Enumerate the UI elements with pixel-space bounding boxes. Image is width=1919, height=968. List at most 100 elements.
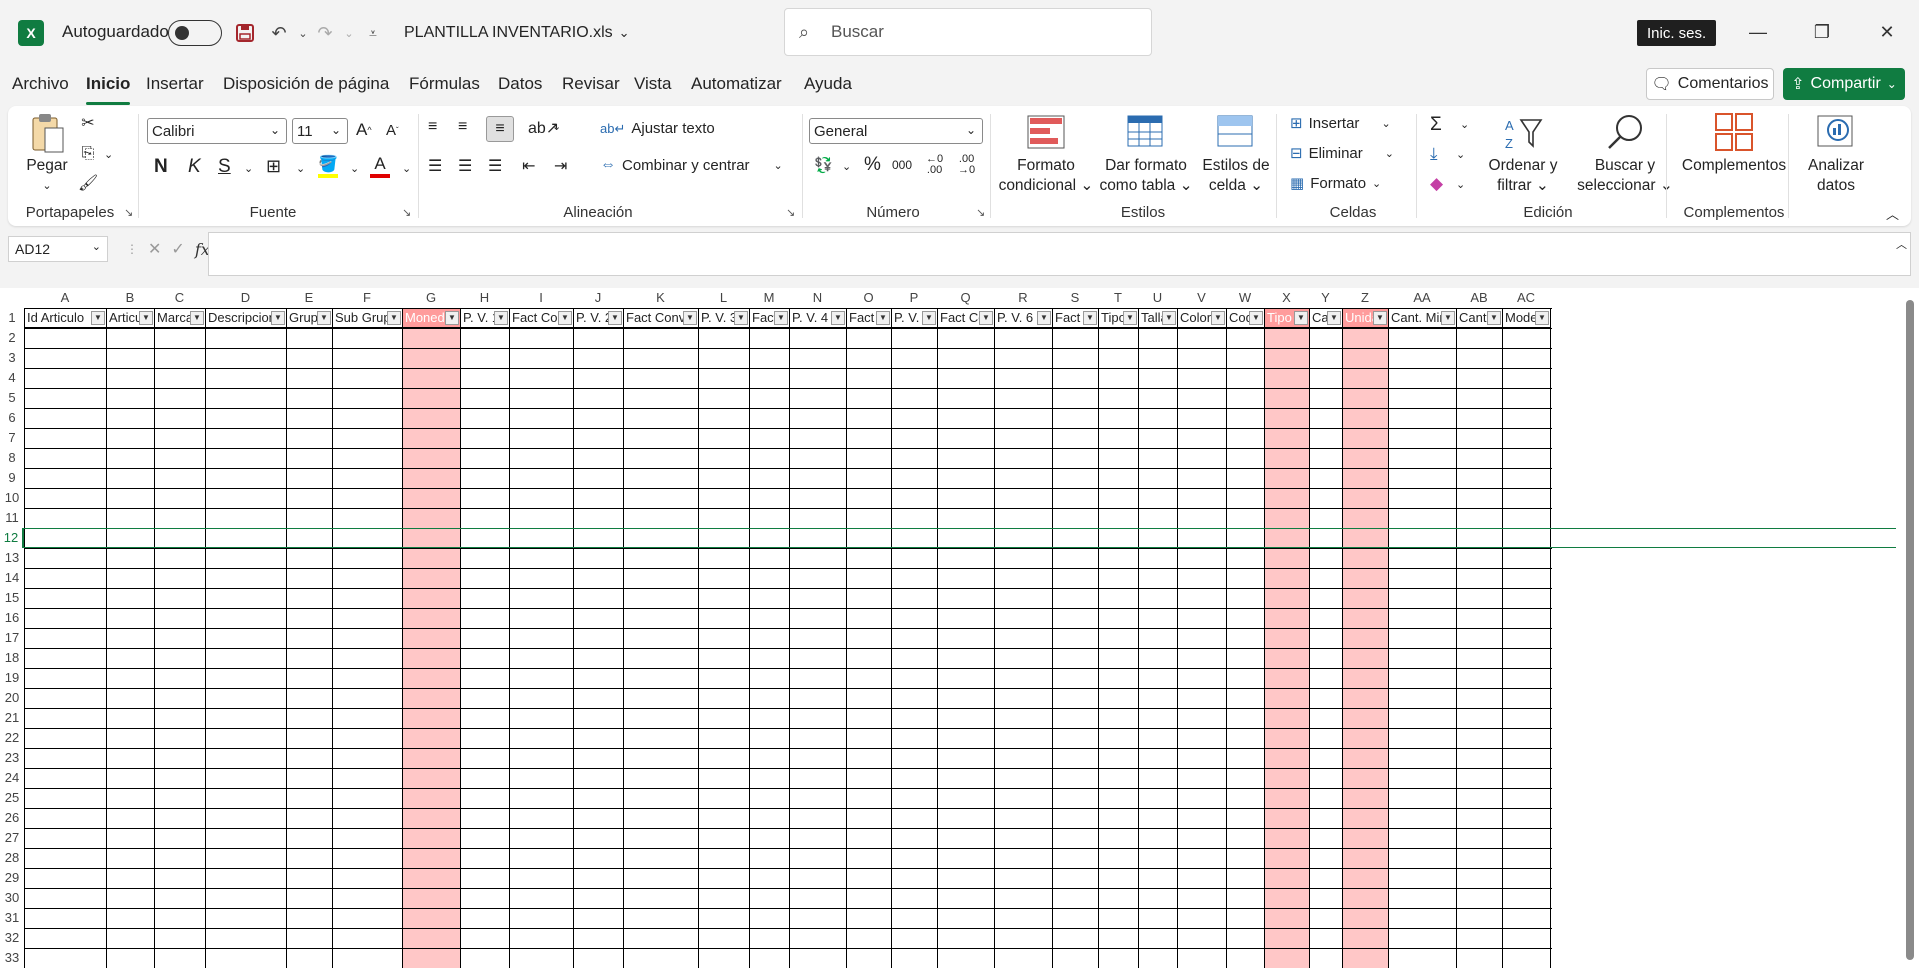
column-header-j[interactable]: J — [573, 288, 623, 308]
clear-icon[interactable]: ◆ — [1430, 174, 1443, 194]
vertical-scrollbar[interactable] — [1903, 288, 1915, 968]
collapse-ribbon-icon[interactable]: ︿ — [1886, 204, 1899, 223]
column-header-z[interactable]: Z — [1342, 288, 1388, 308]
tab-insertar[interactable]: Insertar — [146, 74, 204, 100]
filter-dropdown-icon[interactable]: ▼ — [494, 311, 508, 325]
column-header-u[interactable]: U — [1138, 288, 1177, 308]
header-cell-c[interactable]: Marca ▼ — [154, 308, 206, 328]
filter-dropdown-icon[interactable]: ▼ — [1294, 311, 1308, 325]
tab-inicio[interactable]: Inicio — [86, 74, 131, 105]
name-box[interactable]: AD12 ⌄ — [8, 236, 108, 262]
addins-button[interactable]: Complementos — [1672, 112, 1796, 176]
more-icon[interactable]: ⋮ — [126, 242, 138, 256]
align-bottom-icon[interactable]: ≡ — [486, 116, 514, 142]
column-header-aa[interactable]: AA — [1388, 288, 1456, 308]
header-cell-k[interactable]: Fact Conv2▼ — [623, 308, 699, 328]
close-icon[interactable]: ✕ — [1867, 14, 1907, 50]
header-cell-v[interactable]: Colore▼ — [1177, 308, 1227, 328]
filter-dropdown-icon[interactable]: ▼ — [774, 311, 788, 325]
column-header-g[interactable]: G — [402, 288, 460, 308]
tab-revisar[interactable]: Revisar — [562, 74, 620, 100]
row-header-26[interactable]: 26 — [0, 808, 24, 828]
row-header-15[interactable]: 15 — [0, 588, 24, 608]
dialog-launcher-icon[interactable]: ↘ — [124, 206, 133, 219]
header-cell-f[interactable]: Sub Grupo▼ — [332, 308, 403, 328]
header-cell-q[interactable]: Fact Con▼ — [937, 308, 995, 328]
dialog-launcher-icon[interactable]: ↘ — [976, 206, 985, 219]
row-header-27[interactable]: 27 — [0, 828, 24, 848]
header-cell-p[interactable]: P. V. 5▼ — [891, 308, 938, 328]
row-header-24[interactable]: 24 — [0, 768, 24, 788]
decrease-decimal-icon[interactable]: .00 →0 — [958, 154, 975, 176]
align-middle-icon[interactable]: ≡ — [458, 118, 467, 136]
scrollbar-thumb[interactable] — [1906, 300, 1914, 960]
filter-dropdown-icon[interactable]: ▼ — [1487, 311, 1501, 325]
borders-icon[interactable]: ⊞ — [266, 156, 281, 177]
row-header-21[interactable]: 21 — [0, 708, 24, 728]
thousands-button[interactable]: 000 — [892, 158, 912, 172]
wrap-text-button[interactable]: ab↵ Ajustar texto — [600, 120, 715, 137]
increase-font-icon[interactable]: A ^ — [356, 120, 372, 140]
header-cell-a[interactable]: Id Articulo ▼ — [24, 308, 107, 328]
fill-color-icon[interactable]: 🪣 — [318, 154, 338, 178]
redo-icon[interactable]: ↷ — [312, 20, 338, 46]
header-cell-j[interactable]: P. V. 2▼ — [573, 308, 624, 328]
tab-archivo[interactable]: Archivo — [12, 74, 69, 100]
chevron-down-icon[interactable]: ⌄ — [1456, 178, 1465, 191]
font-name-select[interactable]: Calibri ⌄ — [147, 118, 287, 144]
header-cell-s[interactable]: Fact C▼ — [1052, 308, 1099, 328]
column-header-q[interactable]: Q — [937, 288, 994, 308]
row-header-14[interactable]: 14 — [0, 568, 24, 588]
header-cell-b[interactable]: Articul▼ — [106, 308, 155, 328]
cell-styles-button[interactable]: Estilos de celda ⌄ — [1198, 112, 1274, 196]
filter-dropdown-icon[interactable]: ▼ — [558, 311, 572, 325]
row-header-23[interactable]: 23 — [0, 748, 24, 768]
autosave-toggle[interactable] — [168, 20, 222, 46]
row-header-19[interactable]: 19 — [0, 668, 24, 688]
row-header-33[interactable]: 33 — [0, 948, 24, 968]
column-header-r[interactable]: R — [994, 288, 1052, 308]
column-header-f[interactable]: F — [332, 288, 402, 308]
column-header-v[interactable]: V — [1177, 288, 1226, 308]
filter-dropdown-icon[interactable]: ▼ — [608, 311, 622, 325]
header-cell-e[interactable]: Grupo▼ — [286, 308, 333, 328]
row-header-1[interactable]: 1 — [0, 308, 24, 328]
font-size-select[interactable]: 11 ⌄ — [292, 118, 348, 144]
column-header-n[interactable]: N — [789, 288, 846, 308]
dialog-launcher-icon[interactable]: ↘ — [402, 206, 411, 219]
row-header-13[interactable]: 13 — [0, 548, 24, 568]
chevron-down-icon[interactable]: ⌄ — [1460, 118, 1469, 131]
filter-dropdown-icon[interactable]: ▼ — [922, 311, 936, 325]
dialog-launcher-icon[interactable]: ↘ — [786, 206, 795, 219]
chevron-down-icon[interactable]: ⌄ — [1456, 148, 1465, 161]
align-left-icon[interactable]: ☰ — [428, 156, 442, 176]
column-header-w[interactable]: W — [1226, 288, 1264, 308]
chevron-down-icon[interactable]: ⌄ — [296, 162, 305, 175]
decrease-indent-icon[interactable]: ⇤ — [522, 156, 535, 176]
paste-button[interactable]: Pegar ⌄ — [22, 112, 72, 196]
column-header-k[interactable]: K — [623, 288, 698, 308]
row-header-5[interactable]: 5 — [0, 388, 24, 408]
share-button[interactable]: ⇪ Compartir ⌄ — [1783, 68, 1905, 100]
row-header-25[interactable]: 25 — [0, 788, 24, 808]
row-header-11[interactable]: 11 — [0, 508, 24, 528]
increase-decimal-icon[interactable]: ←0.00 — [926, 154, 943, 176]
increase-indent-icon[interactable]: ⇥ — [554, 156, 567, 176]
analyze-data-button[interactable]: Analizar datos — [1798, 112, 1874, 196]
row-header-2[interactable]: 2 — [0, 328, 24, 348]
column-header-p[interactable]: P — [891, 288, 937, 308]
align-right-icon[interactable]: ☰ — [488, 156, 502, 176]
column-header-s[interactable]: S — [1052, 288, 1098, 308]
row-header-4[interactable]: 4 — [0, 368, 24, 388]
header-cell-m[interactable]: Fact C▼ — [749, 308, 790, 328]
tab-vista[interactable]: Vista — [634, 74, 672, 100]
column-header-l[interactable]: L — [698, 288, 749, 308]
tab-disposicion[interactable]: Disposición de página — [223, 74, 389, 100]
column-header-h[interactable]: H — [460, 288, 509, 308]
cut-icon[interactable]: ✂ — [78, 114, 98, 134]
column-header-m[interactable]: M — [749, 288, 789, 308]
filter-dropdown-icon[interactable]: ▼ — [1162, 311, 1176, 325]
filter-dropdown-icon[interactable]: ▼ — [1123, 311, 1137, 325]
chevron-down-icon[interactable]: ⌄ — [244, 162, 253, 175]
row-header-3[interactable]: 3 — [0, 348, 24, 368]
